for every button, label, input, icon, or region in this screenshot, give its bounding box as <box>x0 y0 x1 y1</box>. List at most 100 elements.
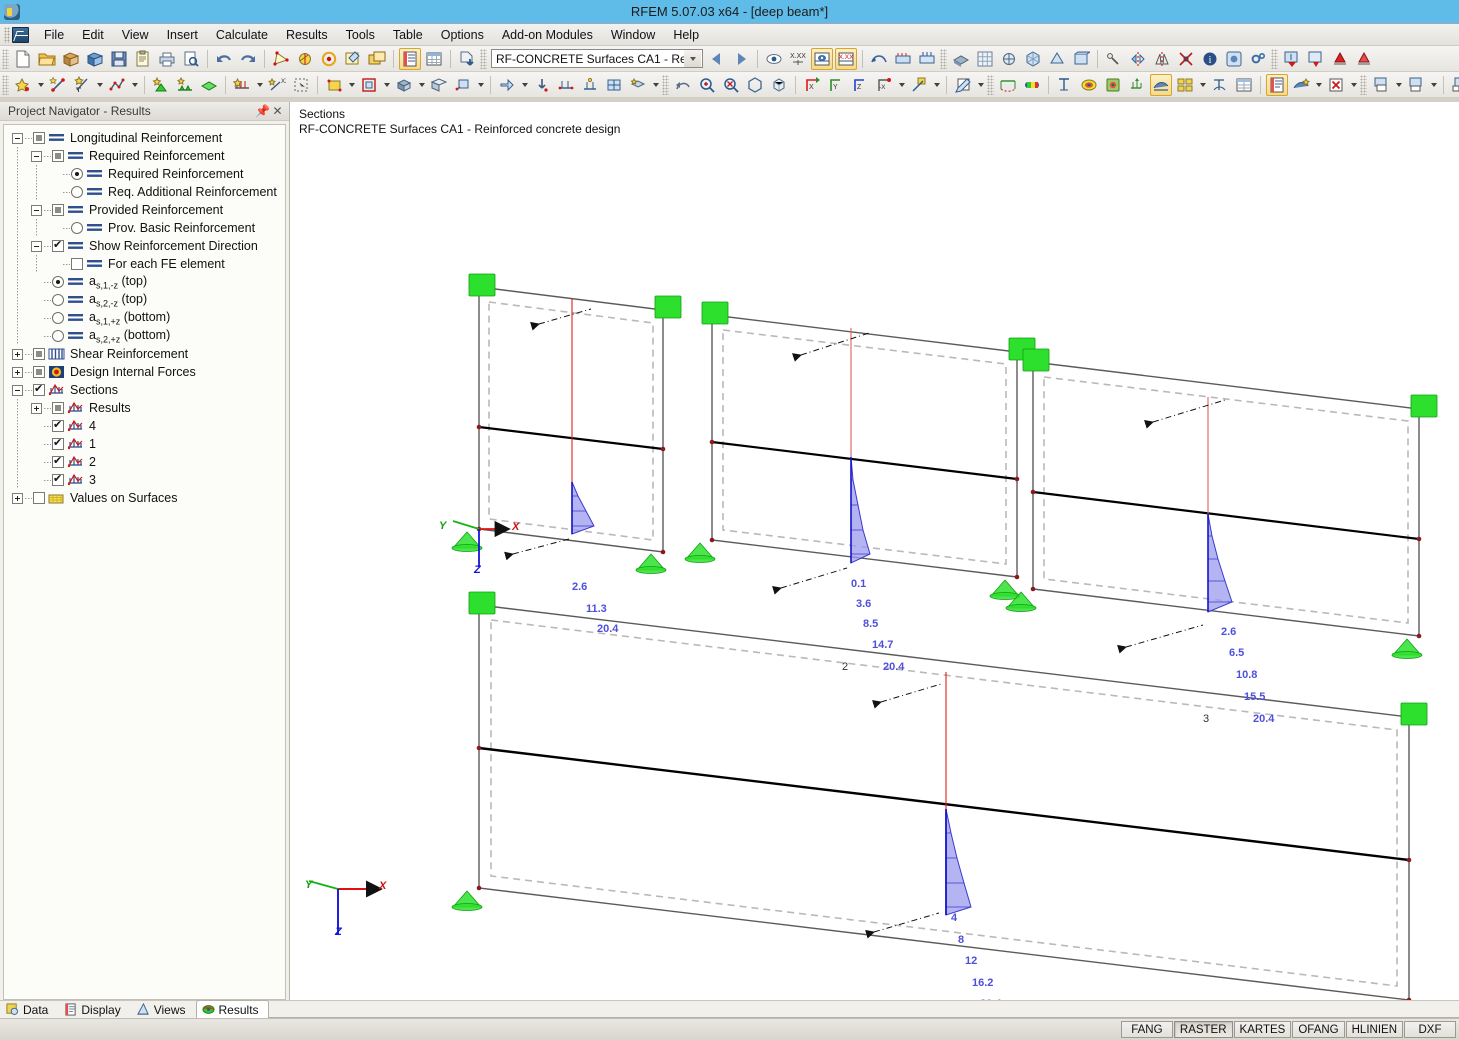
print-graphic-dropdown[interactable] <box>1313 74 1324 96</box>
support-symbol2-icon[interactable] <box>1353 48 1375 70</box>
tree-checkbox[interactable] <box>33 492 45 504</box>
fe-mesh-icon[interactable] <box>974 48 996 70</box>
tree-item-4[interactable]: 4 <box>4 417 285 435</box>
info-icon[interactable]: i <box>1199 48 1221 70</box>
sections-results-icon[interactable] <box>892 48 914 70</box>
select-object-icon[interactable] <box>270 48 292 70</box>
new-solid-dropdown[interactable] <box>416 74 427 96</box>
edit-section-icon[interactable] <box>952 74 974 96</box>
solid-results-icon[interactable] <box>1102 74 1124 96</box>
tree-collapse-icon[interactable] <box>31 151 42 162</box>
move-copy-icon[interactable] <box>496 74 518 96</box>
new-member-load-icon[interactable] <box>231 74 253 96</box>
extrude-dropdown[interactable] <box>650 74 661 96</box>
status-toggle-fang[interactable]: FANG <box>1121 1021 1173 1038</box>
result-table-icon[interactable] <box>1233 74 1255 96</box>
new-surface-dropdown[interactable] <box>346 74 357 96</box>
tree-checkbox[interactable] <box>33 384 45 396</box>
toolbar-grip-1[interactable] <box>2 49 9 69</box>
tree-collapse-icon[interactable] <box>12 133 23 144</box>
measure-icon[interactable] <box>1103 48 1125 70</box>
new-line-support-icon[interactable] <box>174 74 196 96</box>
toolbar2-grip-3[interactable] <box>987 75 994 95</box>
tree-radio[interactable] <box>52 294 64 306</box>
result-axis-icon[interactable] <box>1054 74 1076 96</box>
connect-lines-icon[interactable] <box>555 74 577 96</box>
tree-item-shear-reinforcement[interactable]: Shear Reinforcement <box>4 345 285 363</box>
zoom-out-icon[interactable] <box>720 74 742 96</box>
view-y-axis-icon[interactable]: Y <box>825 74 847 96</box>
status-toggle-ofang[interactable]: OFANG <box>1292 1021 1344 1038</box>
bottom-tab-views[interactable]: Views <box>131 1000 196 1018</box>
toolbar2-grip-2[interactable] <box>662 75 669 95</box>
menu-results[interactable]: Results <box>277 25 337 45</box>
new-nodal-support-icon[interactable] <box>150 74 172 96</box>
view-z-axis-icon[interactable]: Z <box>849 74 871 96</box>
toolbar2-grip-4[interactable] <box>1360 75 1367 95</box>
sections-results2-icon[interactable] <box>916 48 938 70</box>
snap-intersection-icon[interactable] <box>1175 48 1197 70</box>
select-special-icon[interactable] <box>294 48 316 70</box>
tree-checkbox[interactable] <box>33 348 45 360</box>
show-table-icon[interactable] <box>399 48 421 70</box>
tree-item-results[interactable]: Results <box>4 399 285 417</box>
result-colorbar-icon[interactable] <box>1021 74 1043 96</box>
render-model-icon[interactable] <box>950 48 972 70</box>
select-region-icon[interactable] <box>290 74 312 96</box>
open-file-icon[interactable] <box>36 48 58 70</box>
show-result-diagram-icon[interactable] <box>811 48 833 70</box>
tree-item-as-1-z-bottom[interactable]: as,1,+z (bottom) <box>4 309 285 327</box>
close-icon[interactable]: ✕ <box>270 104 285 118</box>
menu-view[interactable]: View <box>113 25 158 45</box>
menu-options[interactable]: Options <box>432 25 493 45</box>
tree-radio[interactable] <box>52 330 64 342</box>
status-toggle-kartes[interactable]: KARTES <box>1234 1021 1292 1038</box>
show-results-icon[interactable] <box>763 48 785 70</box>
new-polyline-icon[interactable] <box>106 74 128 96</box>
deformation-icon[interactable] <box>997 74 1019 96</box>
redo-icon[interactable] <box>237 48 259 70</box>
tree-expand-icon[interactable] <box>12 349 23 360</box>
model-settings-icon[interactable] <box>998 48 1020 70</box>
result-section-icon[interactable] <box>1209 74 1231 96</box>
new-member-dropdown[interactable] <box>475 74 486 96</box>
new-dimension-icon[interactable] <box>71 74 93 96</box>
menu-window[interactable]: Window <box>602 25 664 45</box>
new-surface-support-icon[interactable] <box>198 74 220 96</box>
tree-radio[interactable] <box>52 276 64 288</box>
tree-item-as-1-z-top[interactable]: as,1,-z (top) <box>4 273 285 291</box>
menu-add-on-modules[interactable]: Add-on Modules <box>493 25 602 45</box>
tree-checkbox[interactable] <box>52 150 64 162</box>
view-xz-icon[interactable] <box>1070 48 1092 70</box>
menubar-grip[interactable] <box>4 27 10 43</box>
toolbar-grip-2[interactable] <box>480 49 487 69</box>
result-arrows-icon[interactable] <box>1126 74 1148 96</box>
tree-expand-icon[interactable] <box>12 493 23 504</box>
result-values-icon[interactable]: X.XX <box>787 48 809 70</box>
menu-edit[interactable]: Edit <box>73 25 113 45</box>
status-toggle-raster[interactable]: RASTER <box>1174 1021 1233 1038</box>
menu-insert[interactable]: Insert <box>158 25 207 45</box>
tree-checkbox[interactable] <box>52 474 64 486</box>
delete-results-dropdown[interactable] <box>1348 74 1359 96</box>
print-icon[interactable] <box>156 48 178 70</box>
view-plane-icon[interactable] <box>908 74 930 96</box>
toolbar2-grip-1[interactable] <box>2 75 9 95</box>
window-arrange-icon[interactable] <box>1449 74 1459 96</box>
tree-radio[interactable] <box>71 186 83 198</box>
tree-item-values-on-surfaces[interactable]: Values on Surfaces <box>4 489 285 507</box>
tree-item-1[interactable]: 1 <box>4 435 285 453</box>
extrude-icon[interactable] <box>627 74 649 96</box>
tree-checkbox[interactable] <box>71 258 83 270</box>
tree-item-req-additional-reinforcement[interactable]: Req. Additional Reinforcement <box>4 183 285 201</box>
view-negative-x-icon[interactable]: -X <box>873 74 895 96</box>
tree-radio[interactable] <box>71 222 83 234</box>
tree-collapse-icon[interactable] <box>31 241 42 252</box>
graphics-work-area[interactable]: SectionsRF-CONCRETE Surfaces CA1 - Reinf… <box>290 102 1459 1000</box>
symmetry-icon[interactable] <box>1151 48 1173 70</box>
zoom-window-icon[interactable] <box>768 74 790 96</box>
view-iso-icon[interactable] <box>1022 48 1044 70</box>
view-x-axis-icon[interactable]: X <box>801 74 823 96</box>
connect-lines2-icon[interactable] <box>579 74 601 96</box>
new-solid-icon[interactable] <box>393 74 415 96</box>
